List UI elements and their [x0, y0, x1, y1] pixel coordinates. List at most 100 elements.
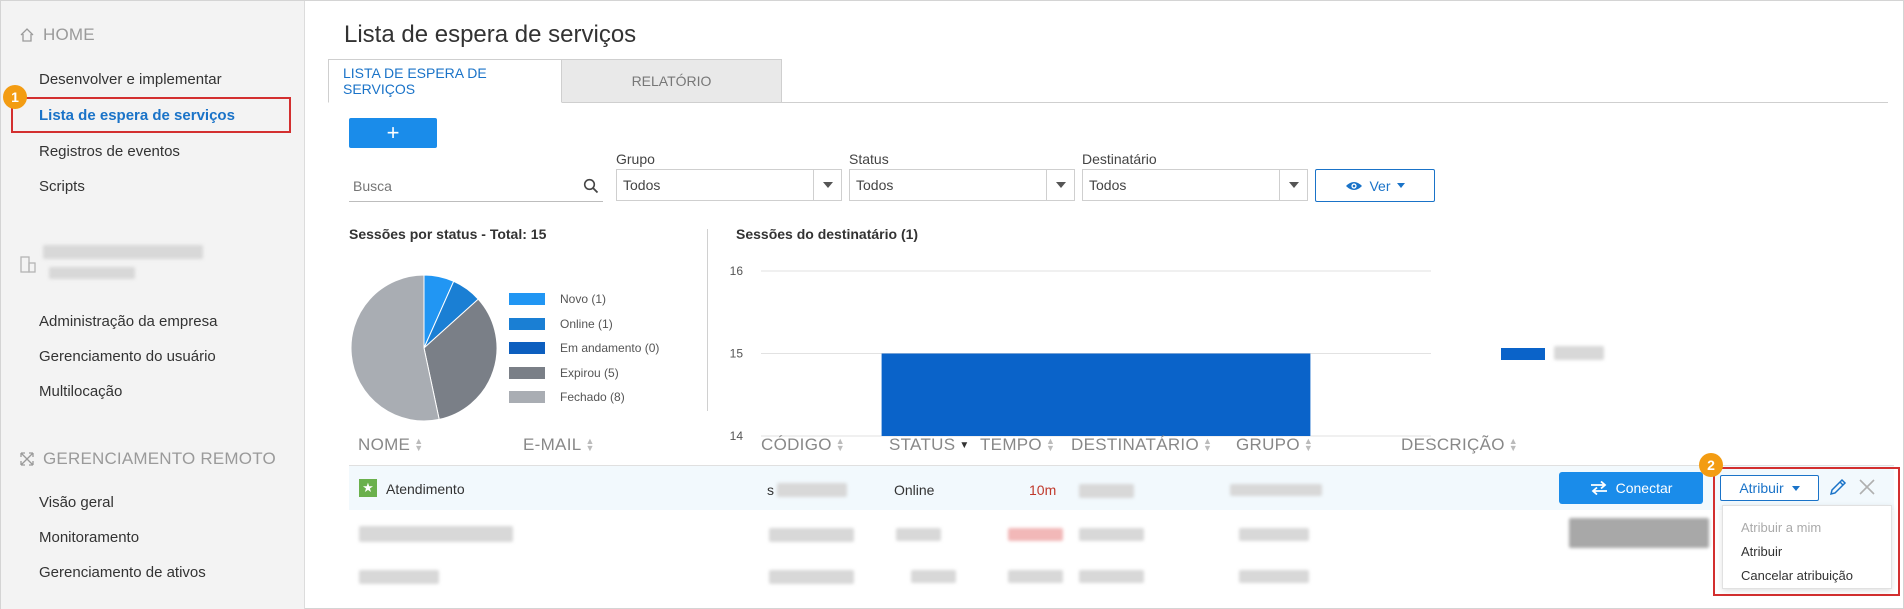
- add-button[interactable]: +: [349, 118, 437, 148]
- menu-item-assign-me: Atribuir a mim: [1741, 520, 1822, 535]
- sidebar: HOME Desenvolver e implementar Lista de …: [1, 1, 305, 609]
- status-label: Status: [849, 151, 889, 167]
- y-tick-label: 15: [730, 347, 744, 361]
- column-header-destinatario-label: DESTINATÁRIO: [1071, 435, 1199, 454]
- status-select-value: Todos: [856, 177, 894, 193]
- sidebar-item-desenvolver[interactable]: Desenvolver e implementar: [39, 71, 222, 88]
- sidebar-item-scripts[interactable]: Scripts: [39, 178, 85, 195]
- recipient-bar-chart: 161514: [730, 264, 1431, 441]
- grupo-select-value: Todos: [623, 177, 661, 193]
- destinatario-label: Destinatário: [1082, 151, 1157, 167]
- sort-icon: ▲ ▼: [414, 436, 424, 453]
- sidebar-item-gerenciamento-ativos[interactable]: Gerenciamento de ativos: [39, 564, 206, 581]
- building-icon: [20, 256, 36, 273]
- status-select[interactable]: Todos: [849, 169, 1075, 201]
- redacted-row-status: [911, 570, 956, 583]
- close-icon[interactable]: [1857, 477, 1877, 497]
- column-header-nome-label: NOME: [358, 435, 411, 454]
- redacted-codigo: [777, 483, 847, 497]
- legend-item-em-andamento[interactable]: Em andamento (0): [509, 336, 659, 361]
- sidebar-section-remote[interactable]: GERENCIAMENTO REMOTO: [19, 449, 276, 469]
- column-header-nome[interactable]: NOME ▲ ▼: [358, 435, 423, 455]
- redacted-row-codigo: [769, 528, 854, 542]
- legend-item-online[interactable]: Online (1): [509, 312, 659, 337]
- sidebar-item-multilocacao[interactable]: Multilocação: [39, 383, 122, 400]
- legend-swatch: [509, 366, 545, 379]
- row-tempo: 10m: [1029, 482, 1057, 498]
- chevron-down-icon: [1279, 170, 1307, 200]
- tab-relatorio[interactable]: RELATÓRIO: [562, 59, 782, 103]
- sort-desc-icon: ▼: [959, 439, 970, 451]
- connect-button-label: Conectar: [1615, 480, 1673, 496]
- search-field: [349, 172, 603, 202]
- step-marker-2: 2: [1699, 453, 1723, 477]
- connect-button[interactable]: Conectar: [1559, 472, 1703, 504]
- redacted-destinatario: [1079, 484, 1134, 498]
- pencil-icon[interactable]: [1828, 477, 1848, 497]
- column-header-descricao[interactable]: DESCRIÇÃO ▲ ▼: [1401, 435, 1518, 455]
- app-window: HOME Desenvolver e implementar Lista de …: [0, 0, 1904, 609]
- sort-icon: ▲ ▼: [585, 436, 595, 453]
- menu-item-assign[interactable]: Atribuir: [1741, 544, 1782, 559]
- sidebar-item-visao-geral[interactable]: Visão geral: [39, 494, 114, 511]
- legend-swatch: [509, 342, 545, 355]
- legend-swatch: [509, 293, 545, 306]
- row-status: Online: [894, 482, 935, 498]
- sidebar-item-monitoramento[interactable]: Monitoramento: [39, 529, 139, 546]
- sidebar-item-registros[interactable]: Registros de eventos: [39, 143, 180, 160]
- legend-swatch: [509, 391, 545, 404]
- grupo-select[interactable]: Todos: [616, 169, 842, 201]
- sort-icon: ▲ ▼: [1045, 436, 1056, 453]
- tab-lista-espera[interactable]: LISTA DE ESPERA DE SERVIÇOS: [328, 59, 562, 103]
- column-header-destinatario[interactable]: DESTINATÁRIO ▲ ▼: [1071, 435, 1212, 455]
- sidebar-section-home[interactable]: HOME: [19, 25, 95, 45]
- legend-item-expirou[interactable]: Expirou (5): [509, 361, 659, 386]
- assign-button[interactable]: Atribuir: [1720, 475, 1819, 501]
- redacted-row-destinatario: [1079, 528, 1144, 541]
- row-codigo-prefix: s: [767, 482, 774, 498]
- bar-mark: [881, 353, 1311, 436]
- caret-down-icon: [1791, 485, 1800, 491]
- remote-icon: [20, 452, 34, 466]
- chevron-down-icon: [813, 170, 841, 200]
- column-header-status[interactable]: STATUS ▼: [889, 435, 970, 455]
- sidebar-item-gerenciamento-usuario[interactable]: Gerenciamento do usuário: [39, 348, 216, 365]
- legend-item-novo[interactable]: Novo (1): [509, 287, 659, 312]
- column-header-tempo[interactable]: TEMPO ▲ ▼: [980, 435, 1055, 455]
- redacted-row-button: [1569, 518, 1709, 548]
- redacted-row-grupo: [1239, 528, 1309, 541]
- destinatario-select[interactable]: Todos: [1082, 169, 1308, 201]
- assign-button-label: Atribuir: [1739, 480, 1784, 496]
- search-input[interactable]: [349, 172, 569, 200]
- ver-button[interactable]: Ver: [1315, 169, 1435, 202]
- assign-dropdown-menu: Atribuir a mim Atribuir Cancelar atribui…: [1722, 505, 1892, 589]
- redacted-row-name: [359, 570, 439, 584]
- swap-arrows-icon: [1590, 481, 1607, 495]
- tab-bar: LISTA DE ESPERA DE SERVIÇOS RELATÓRIO: [328, 59, 782, 103]
- column-header-codigo[interactable]: CÓDIGO ▲ ▼: [761, 435, 845, 455]
- tab-underline: [562, 102, 1888, 103]
- chart-divider: [707, 229, 708, 411]
- sidebar-section-home-label: HOME: [43, 25, 95, 44]
- bar-legend-swatch: [1501, 348, 1545, 360]
- column-header-descricao-label: DESCRIÇÃO: [1401, 435, 1505, 454]
- y-tick-label: 16: [730, 264, 744, 278]
- search-icon[interactable]: [583, 178, 599, 194]
- redacted-row-grupo: [1239, 570, 1309, 583]
- sort-icon: ▲ ▼: [1303, 436, 1314, 453]
- legend-label: Fechado (8): [560, 390, 625, 405]
- column-header-grupo[interactable]: GRUPO ▲ ▼: [1236, 435, 1313, 455]
- table-header: NOME ▲ ▼ E-MAIL ▲ ▼ CÓDIGO ▲ ▼ STATUS ▼ TEMPO ▲ ▼…: [306, 431, 1904, 467]
- redacted-row-name: [359, 526, 513, 542]
- home-icon: [20, 28, 34, 42]
- legend-swatch: [509, 317, 545, 330]
- legend-item-fechado[interactable]: Fechado (8): [509, 385, 659, 410]
- redacted-legend-label: [1554, 346, 1604, 360]
- legend-label: Novo (1): [560, 292, 607, 307]
- redacted-section-subtitle: [49, 267, 135, 279]
- menu-item-cancel-assign[interactable]: Cancelar atribuição: [1741, 568, 1853, 583]
- row-name: Atendimento: [386, 481, 465, 497]
- column-header-email[interactable]: E-MAIL ▲ ▼: [523, 435, 595, 455]
- column-header-email-label: E-MAIL: [523, 435, 582, 454]
- sidebar-item-administracao[interactable]: Administração da empresa: [39, 313, 217, 330]
